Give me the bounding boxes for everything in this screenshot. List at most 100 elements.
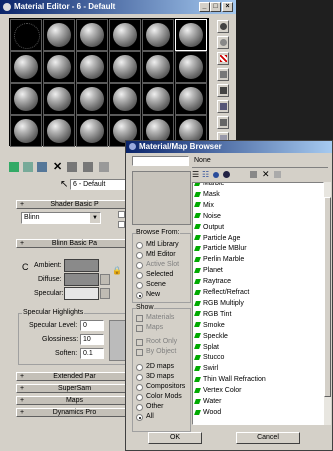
map-type-2d-label[interactable]: 2D maps — [146, 363, 174, 370]
view-list-icons-icon[interactable]: ☷ — [202, 170, 209, 179]
specular-level-spinner[interactable]: 0 — [80, 320, 104, 331]
sample-slot[interactable] — [109, 83, 141, 115]
browse-new-label[interactable]: New — [146, 291, 160, 298]
browse-new-radio[interactable] — [136, 292, 143, 299]
assign-material-icon[interactable] — [37, 162, 47, 172]
sample-slot[interactable] — [142, 83, 174, 115]
video-color-check-button[interactable] — [217, 84, 229, 97]
map-type-all-label[interactable]: All — [146, 413, 154, 420]
blinn-basic-rollout[interactable]: + Blinn Basic Pa — [16, 239, 133, 248]
delete-icon[interactable]: ✕ — [262, 169, 270, 180]
put-to-library-icon[interactable] — [99, 162, 109, 172]
sample-slot[interactable] — [142, 19, 174, 51]
sample-type-button[interactable] — [217, 20, 229, 33]
lock-icon[interactable]: 🔒 — [112, 266, 122, 275]
map-list-scrollbar[interactable] — [324, 182, 331, 425]
sample-slot[interactable] — [10, 51, 42, 83]
reset-icon[interactable]: ✕ — [53, 160, 62, 173]
shader-type-dropdown[interactable]: Blinn ▼ — [21, 212, 101, 224]
browser-search-input[interactable] — [132, 156, 189, 166]
sample-slot[interactable] — [43, 51, 75, 83]
map-type-compositors-radio[interactable] — [136, 384, 143, 391]
map-type-2d-radio[interactable] — [136, 364, 143, 371]
map-type-color-mods-label[interactable]: Color Mods — [146, 393, 182, 400]
supersampling-rollout[interactable]: + SuperSam — [16, 384, 133, 393]
chevron-down-icon[interactable]: ▼ — [90, 213, 100, 223]
maps-rollout[interactable]: + Maps — [16, 396, 133, 405]
map-list-item[interactable]: Stucco — [193, 353, 224, 363]
sample-slot[interactable] — [10, 19, 42, 51]
sample-slot[interactable] — [76, 83, 108, 115]
browse-selected-radio[interactable] — [136, 272, 143, 279]
browse-scene-radio[interactable] — [136, 282, 143, 289]
browse-mtl-editor-label[interactable]: Mtl Editor — [146, 251, 176, 258]
sample-slot[interactable] — [76, 115, 108, 147]
sample-slot[interactable] — [43, 19, 75, 51]
map-list-item[interactable]: Mask — [193, 190, 220, 200]
update-scene-icon[interactable] — [250, 171, 257, 178]
make-unique-icon[interactable] — [83, 162, 93, 172]
map-list-item[interactable]: Particle Age — [193, 234, 240, 244]
material-editor-titlebar[interactable]: Material Editor - 6 - Default _ □ × — [0, 0, 236, 14]
extended-parameters-rollout[interactable]: + Extended Par — [16, 372, 133, 381]
pick-from-object-icon[interactable]: ↖ — [60, 179, 68, 190]
sample-slot[interactable] — [10, 83, 42, 115]
wire-checkbox[interactable] — [118, 211, 125, 218]
map-list-item[interactable]: Thin Wall Refraction — [193, 375, 266, 385]
sample-slot[interactable] — [43, 115, 75, 147]
browse-scene-label[interactable]: Scene — [146, 281, 166, 288]
browser-titlebar[interactable]: Material/Map Browser — [126, 141, 332, 153]
map-list-item[interactable]: Splat — [193, 343, 219, 353]
map-list-item[interactable]: Mix — [193, 201, 214, 211]
map-list-item[interactable]: Smoke — [193, 321, 225, 331]
sample-slot[interactable] — [10, 115, 42, 147]
map-list-item[interactable]: Water — [193, 397, 221, 407]
sample-slot[interactable] — [175, 19, 207, 51]
view-list-icon[interactable]: ☰ — [192, 170, 199, 179]
sample-slot[interactable] — [142, 51, 174, 83]
sample-slot[interactable] — [175, 83, 207, 115]
map-type-other-label[interactable]: Other — [146, 403, 164, 410]
diffuse-swatch[interactable] — [64, 273, 99, 286]
map-type-3d-radio[interactable] — [136, 374, 143, 381]
browse-mtl-library-radio[interactable] — [136, 242, 143, 249]
map-list[interactable]: Marble Mask Mix Noise Output Particle Age Part… — [192, 182, 324, 425]
view-large-icons-icon[interactable] — [223, 171, 230, 178]
sample-slot[interactable] — [76, 51, 108, 83]
map-type-color-mods-radio[interactable] — [136, 394, 143, 401]
glossiness-spinner[interactable]: 10 — [80, 334, 104, 345]
minimize-button[interactable]: _ — [199, 2, 210, 12]
uv-tiling-button[interactable] — [217, 68, 229, 81]
options-button[interactable] — [217, 116, 229, 129]
map-list-item[interactable]: RGB Multiply — [193, 299, 244, 309]
map-list-item[interactable]: Perlin Marble — [193, 255, 244, 265]
map-list-item[interactable]: Marble — [193, 183, 224, 189]
map-list-item[interactable]: Noise — [193, 212, 221, 222]
view-small-icons-icon[interactable] — [213, 172, 219, 178]
put-to-scene-icon[interactable] — [23, 162, 33, 172]
scrollbar-thumb[interactable] — [324, 197, 331, 397]
map-list-item[interactable]: Particle MBlur — [193, 244, 247, 254]
background-button[interactable] — [217, 52, 229, 65]
sample-slot[interactable] — [109, 19, 141, 51]
lock-corner-label[interactable]: C — [22, 262, 29, 272]
ambient-swatch[interactable] — [64, 259, 99, 272]
cancel-button[interactable]: Cancel — [236, 432, 300, 444]
specular-map-button[interactable] — [100, 288, 110, 299]
make-preview-button[interactable] — [217, 100, 229, 113]
sample-slot[interactable] — [175, 51, 207, 83]
browse-mtl-editor-radio[interactable] — [136, 252, 143, 259]
two-sided-checkbox[interactable] — [118, 221, 125, 228]
browse-selected-label[interactable]: Selected — [146, 271, 173, 278]
dynamics-properties-rollout[interactable]: + Dynamics Pro — [16, 408, 133, 417]
get-material-icon[interactable] — [9, 162, 19, 172]
sample-slot[interactable] — [76, 19, 108, 51]
map-list-item[interactable]: Raytrace — [193, 277, 231, 287]
clear-library-icon[interactable] — [274, 171, 281, 178]
map-list-item[interactable]: RGB Tint — [193, 310, 231, 320]
browse-mtl-library-label[interactable]: Mtl Library — [146, 241, 179, 248]
map-type-compositors-label[interactable]: Compositors — [146, 383, 185, 390]
map-type-other-radio[interactable] — [136, 404, 143, 411]
diffuse-map-button[interactable] — [100, 274, 110, 285]
close-button[interactable]: × — [222, 2, 233, 12]
